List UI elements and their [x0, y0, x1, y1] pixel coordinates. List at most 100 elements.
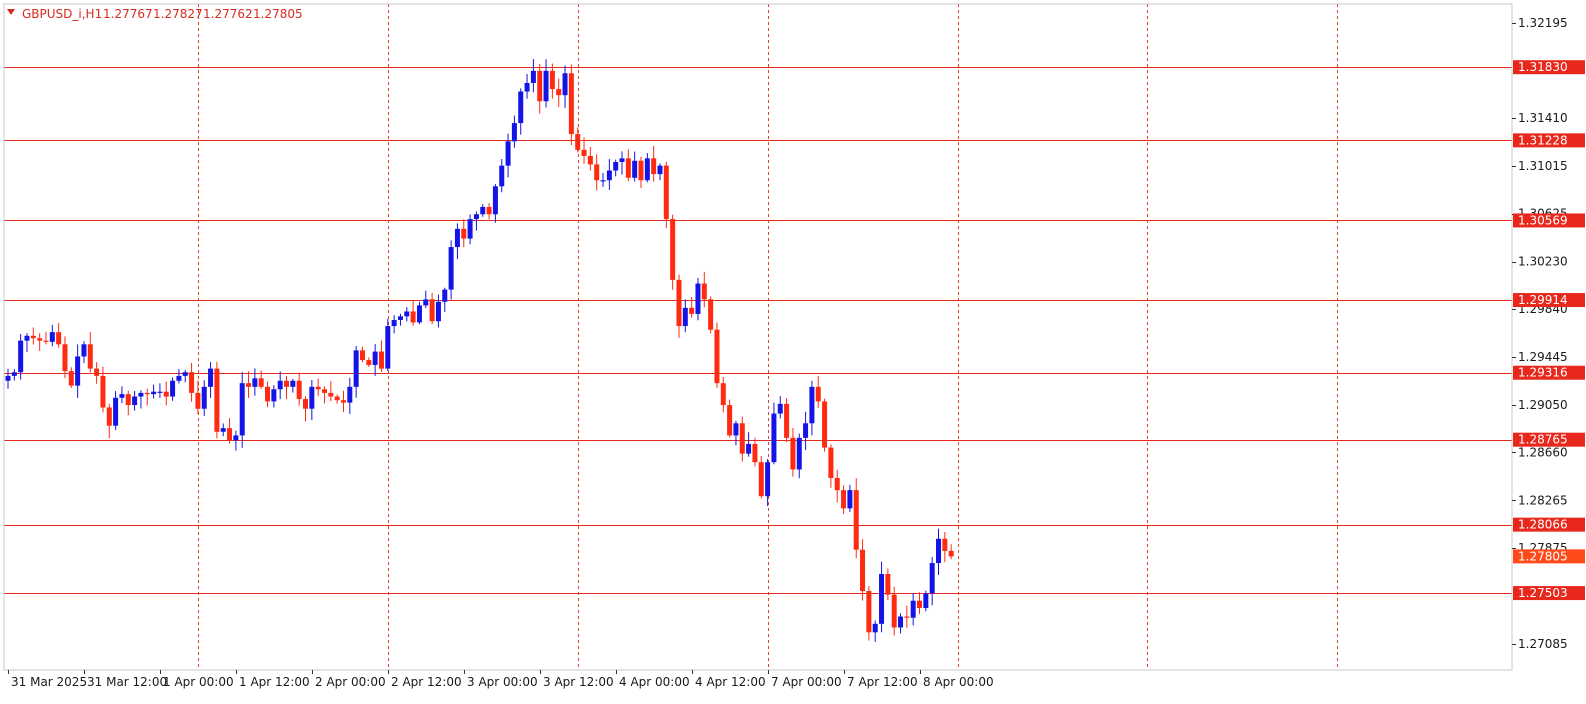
candle-body: [663, 165, 669, 220]
y-tick-label: 1.31410: [1518, 111, 1568, 125]
candle-body: [619, 158, 625, 162]
level-price-label: 1.28066: [1518, 518, 1568, 532]
candle-body: [214, 368, 220, 432]
candle-body: [378, 351, 384, 369]
candle-body: [644, 158, 650, 181]
current-price-label: 1.27805: [1518, 549, 1568, 563]
candle-body: [511, 123, 517, 142]
candle-body: [429, 299, 435, 322]
candle-body: [391, 319, 397, 327]
candle-body: [157, 391, 163, 393]
candle-body: [834, 477, 840, 491]
x-tick-label: 4 Apr 00:00: [619, 675, 690, 689]
x-tick-label: 7 Apr 00:00: [771, 675, 842, 689]
candle-body: [416, 305, 422, 323]
candle-body: [746, 443, 752, 454]
candle-body: [315, 386, 321, 390]
candle-body: [328, 392, 334, 397]
candle-body: [18, 340, 24, 373]
candle-body: [891, 594, 897, 628]
candle-body: [936, 538, 942, 564]
candle-body: [277, 380, 283, 390]
candle-body: [176, 375, 182, 381]
candle-body: [568, 73, 574, 135]
x-tick-label: 4 Apr 12:00: [695, 675, 766, 689]
candle-body: [94, 368, 100, 376]
candle-body: [170, 380, 176, 397]
candle-body: [771, 413, 777, 463]
candle-body: [87, 344, 93, 369]
y-tick-label: 1.28660: [1518, 445, 1568, 459]
candle-body: [385, 326, 391, 369]
level-price-label: 1.31228: [1518, 133, 1568, 147]
candle-body: [492, 186, 498, 215]
level-price-label: 1.29914: [1518, 293, 1568, 307]
candle-body: [423, 299, 429, 306]
candle-body: [353, 350, 359, 387]
candle-body: [879, 573, 885, 624]
candle-body: [758, 462, 764, 497]
candle-body: [866, 591, 872, 633]
candle-body: [651, 158, 657, 175]
candle-body: [904, 616, 910, 618]
candle-body: [252, 378, 258, 387]
candle-body: [670, 219, 676, 280]
candle-body: [929, 563, 935, 594]
candle-body: [303, 398, 309, 409]
x-tick-label: 8 Apr 00:00: [923, 675, 994, 689]
candle-body: [752, 443, 758, 463]
candle-body: [5, 375, 11, 381]
candle-body: [189, 372, 195, 393]
x-tick-label: 1 Apr 00:00: [163, 675, 234, 689]
candle-body: [790, 437, 796, 470]
candle-body: [309, 386, 315, 409]
y-tick-label: 1.32195: [1518, 16, 1568, 30]
candle-body: [632, 160, 638, 178]
candle-body: [613, 161, 619, 171]
candle-body: [676, 279, 682, 327]
candle-body: [24, 335, 30, 341]
candle-body: [549, 70, 555, 90]
candle-body: [898, 616, 904, 628]
level-price-label: 1.30569: [1518, 213, 1568, 227]
level-price-label: 1.29316: [1518, 366, 1568, 380]
candle-body: [518, 91, 524, 124]
candle-body: [714, 329, 720, 384]
candle-body: [917, 600, 923, 609]
candle-body: [265, 386, 271, 402]
candle-body: [37, 338, 43, 341]
candle-body: [910, 600, 916, 618]
candle-body: [340, 400, 346, 403]
candle-body: [81, 344, 87, 357]
candle-body: [435, 301, 441, 322]
price-chart[interactable]: 1.321951.314101.310151.306251.302301.298…: [0, 0, 1586, 704]
candle-body: [163, 391, 169, 397]
candle-body: [733, 423, 739, 436]
y-tick-label: 1.27085: [1518, 637, 1568, 651]
candle-body: [796, 437, 802, 470]
candle-body: [505, 141, 511, 166]
candle-body: [695, 283, 701, 314]
candle-body: [860, 549, 866, 592]
candle-body: [657, 165, 663, 175]
candle-body: [543, 70, 549, 102]
candle-body: [467, 219, 473, 239]
candle-body: [784, 403, 790, 438]
candle-body: [720, 383, 726, 406]
candle-body: [56, 332, 62, 345]
candle-body: [701, 283, 707, 300]
x-tick-label: 2 Apr 12:00: [391, 675, 462, 689]
candle-body: [739, 423, 745, 454]
candle-body: [290, 380, 296, 387]
candle-body: [581, 149, 587, 156]
candle-body: [113, 397, 119, 426]
candle-body: [284, 380, 290, 387]
candle-body: [923, 593, 929, 609]
candle-body: [473, 214, 479, 220]
candle-body: [448, 247, 454, 290]
candle-body: [594, 164, 600, 181]
candle-body: [885, 573, 891, 595]
x-tick-label: 3 Apr 12:00: [543, 675, 614, 689]
candle-body: [942, 538, 948, 551]
candle-body: [828, 447, 834, 478]
